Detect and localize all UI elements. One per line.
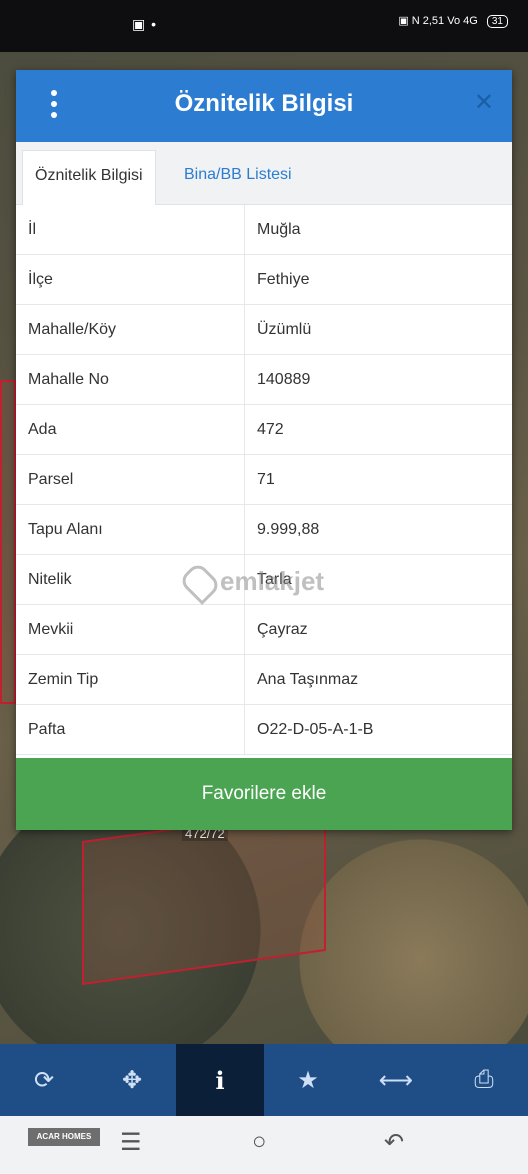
- status-bar: ▣ • ▣ N 2,51 Vo 4G 31: [0, 0, 528, 52]
- row-key: Mevkii: [16, 604, 245, 655]
- close-icon[interactable]: ✕: [474, 88, 494, 117]
- table-row: Tapu Alanı 9.999,88: [16, 504, 512, 555]
- status-indicators: ▣ N 2,51 Vo 4G: [398, 15, 478, 27]
- dialog-tabs: Öznitelik Bilgisi Bina/BB Listesi: [16, 142, 512, 205]
- watermark: emlakjet: [178, 561, 325, 606]
- locate-icon: ✥: [121, 1066, 143, 1094]
- table-row: Pafta O22-D-05-A-1-B: [16, 704, 512, 755]
- refresh-button[interactable]: ⟳: [0, 1044, 88, 1116]
- row-value: 472: [244, 404, 512, 455]
- attribute-table: İl Muğla İlçe Fethiye Mahalle/Köy Üzümlü…: [16, 205, 512, 755]
- parcel-outline-left[interactable]: [0, 380, 16, 704]
- row-key: Pafta: [16, 704, 245, 755]
- locate-button[interactable]: ✥: [88, 1044, 176, 1116]
- row-value: 71: [244, 454, 512, 505]
- print-icon: ⎙: [474, 1066, 494, 1093]
- back-icon[interactable]: ↶: [384, 1128, 404, 1157]
- attribute-info-dialog: Öznitelik Bilgisi ✕ Öznitelik Bilgisi Bi…: [16, 70, 512, 830]
- table-row: Mahalle No 140889: [16, 354, 512, 405]
- battery-icon: 31: [486, 15, 508, 28]
- system-nav-bar: ACAR HOMES ☰ ○ ↶: [0, 1116, 528, 1174]
- brand-logo: ACAR HOMES: [28, 1128, 100, 1146]
- row-value: 9.999,88: [244, 504, 512, 555]
- row-key: Mahalle No: [16, 354, 245, 405]
- row-key: Mahalle/Köy: [16, 304, 245, 355]
- status-right-icons: ▣ N 2,51 Vo 4G 31: [398, 14, 508, 28]
- recent-apps-icon[interactable]: ☰: [120, 1128, 142, 1157]
- table-row: İl Muğla: [16, 205, 512, 255]
- row-key: Tapu Alanı: [16, 504, 245, 555]
- home-icon[interactable]: ○: [252, 1128, 267, 1156]
- dialog-header: Öznitelik Bilgisi ✕: [16, 70, 512, 142]
- row-value: Üzümlü: [244, 304, 512, 355]
- row-value: O22-D-05-A-1-B: [244, 704, 512, 755]
- table-row: Ada 472: [16, 404, 512, 455]
- row-key: Ada: [16, 404, 245, 455]
- row-value: Fethiye: [244, 254, 512, 305]
- row-key: İl: [16, 205, 245, 255]
- row-value: Çayraz: [244, 604, 512, 655]
- measure-button[interactable]: ⟷: [352, 1044, 440, 1116]
- dialog-title: Öznitelik Bilgisi: [174, 90, 354, 117]
- row-value: Ana Taşınmaz: [244, 654, 512, 705]
- tab-building-list[interactable]: Bina/BB Listesi: [172, 150, 304, 204]
- add-to-favorites-button[interactable]: Favorilere ekle: [16, 758, 512, 830]
- row-value: Muğla: [244, 205, 512, 255]
- tab-attribute-info[interactable]: Öznitelik Bilgisi: [22, 150, 156, 205]
- row-key: İlçe: [16, 254, 245, 305]
- row-value: 140889: [244, 354, 512, 405]
- info-icon: i: [215, 1065, 225, 1095]
- table-row: Zemin Tip Ana Taşınmaz: [16, 654, 512, 705]
- table-row: İlçe Fethiye: [16, 254, 512, 305]
- refresh-icon: ⟳: [33, 1066, 55, 1094]
- status-left-icons: ▣ •: [132, 16, 158, 32]
- table-row: Mahalle/Köy Üzümlü: [16, 304, 512, 355]
- bottom-toolbar: ⟳ ✥ i ★ ⟷ ⎙: [0, 1044, 528, 1116]
- print-button[interactable]: ⎙: [440, 1044, 528, 1116]
- star-icon: ★: [297, 1066, 319, 1094]
- table-row: Mevkii Çayraz: [16, 604, 512, 655]
- favorites-button[interactable]: ★: [264, 1044, 352, 1116]
- watermark-text: emlakjet: [220, 566, 325, 596]
- row-key: Zemin Tip: [16, 654, 245, 705]
- table-row: Parsel 71: [16, 454, 512, 505]
- measure-icon: ⟷: [378, 1066, 414, 1094]
- row-key: Parsel: [16, 454, 245, 505]
- info-button[interactable]: i: [176, 1044, 264, 1116]
